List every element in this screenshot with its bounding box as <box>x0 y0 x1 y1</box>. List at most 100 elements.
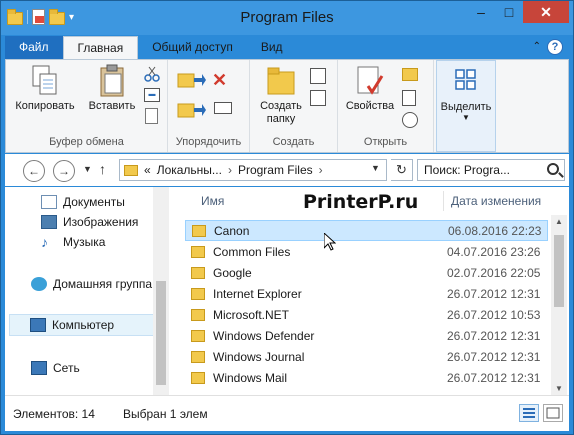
address-bar[interactable]: « Локальны... › Program Files › <box>119 159 387 181</box>
sidebar-item-computer[interactable]: Компьютер <box>9 314 153 336</box>
minimize-button[interactable]: – <box>467 1 495 23</box>
sidebar-item-pictures[interactable]: Изображения <box>41 211 138 233</box>
easy-access-icon[interactable] <box>310 90 326 106</box>
table-row[interactable]: Microsoft.NET 26.07.2012 10:53 <box>185 304 548 325</box>
back-button[interactable]: ← <box>23 160 45 182</box>
collapse-ribbon-icon[interactable]: ⌃ <box>533 41 541 52</box>
new-item-icon[interactable] <box>310 68 326 84</box>
file-date: 26.07.2012 12:31 <box>447 370 541 385</box>
sidebar-item-label: Сеть <box>53 361 80 375</box>
scrollbar-thumb[interactable] <box>156 281 166 385</box>
copy-button[interactable]: Копировать <box>14 64 76 112</box>
sidebar-item-music[interactable]: ♪ Музыка <box>41 231 105 253</box>
file-list-scrollbar[interactable]: ▲ ▼ <box>551 215 567 395</box>
tab-view[interactable]: Вид <box>247 36 297 60</box>
sidebar-item-homegroup[interactable]: Домашняя группа <box>31 273 152 295</box>
new-folder-button[interactable]: Создать папку <box>256 64 306 126</box>
refresh-button[interactable]: ↻ <box>391 159 413 181</box>
edit-icon[interactable] <box>402 90 416 106</box>
file-date: 26.07.2012 12:31 <box>447 328 541 343</box>
delete-icon[interactable]: ✕ <box>212 70 227 91</box>
recent-locations-icon[interactable]: ▼ <box>83 164 92 174</box>
copy-label: Копировать <box>15 100 75 112</box>
table-row[interactable]: Windows Journal 26.07.2012 12:31 <box>185 346 548 367</box>
maximize-button[interactable]: □ <box>495 1 523 23</box>
address-history-icon[interactable]: ▼ <box>371 163 380 173</box>
file-date: 04.07.2016 23:26 <box>447 244 541 259</box>
properties-button[interactable]: Свойства <box>344 64 396 112</box>
file-date: 26.07.2012 10:53 <box>447 307 541 322</box>
breadcrumb-item[interactable]: Локальны... <box>157 163 222 177</box>
paste-button[interactable]: Вставить <box>84 64 140 112</box>
folder-icon <box>124 164 138 176</box>
copy-to-icon[interactable] <box>176 98 206 122</box>
folder-icon <box>191 371 205 384</box>
item-count: Элементов: 14 <box>13 407 95 421</box>
table-row[interactable]: Windows Defender 26.07.2012 12:31 <box>185 325 548 346</box>
move-to-icon[interactable] <box>176 68 206 92</box>
rename-icon[interactable] <box>214 102 232 114</box>
select-group: Выделить ▼ <box>436 60 496 152</box>
breadcrumb-separator-icon[interactable]: › <box>319 163 323 177</box>
table-row[interactable]: Internet Explorer 26.07.2012 12:31 <box>185 283 548 304</box>
select-button[interactable]: Выделить ▼ <box>439 65 493 122</box>
file-name: Windows Defender <box>213 328 315 343</box>
file-name: Windows Mail <box>213 370 288 385</box>
ribbon: Копировать Вставить ▬ Буфер обмена ✕ Упо… <box>5 59 569 153</box>
table-row[interactable]: Windows Mail 26.07.2012 12:31 <box>185 367 548 388</box>
properties-icon <box>354 64 386 98</box>
homegroup-icon <box>31 277 47 291</box>
column-header-date[interactable]: Дата изменения <box>451 187 541 215</box>
cut-icon[interactable] <box>144 66 160 82</box>
file-date: 06.08.2016 22:23 <box>448 223 542 238</box>
sidebar-item-documents[interactable]: Документы <box>41 191 125 213</box>
new-folder-label: Создать папку <box>260 100 302 125</box>
forward-button[interactable]: → <box>53 160 75 182</box>
table-row[interactable]: Canon 06.08.2016 22:23 <box>185 220 548 241</box>
file-name: Windows Journal <box>213 349 305 364</box>
column-header-name[interactable]: Имя <box>201 187 224 215</box>
network-icon <box>31 361 47 375</box>
file-list: Имя Дата изменения Canon 06.08.2016 22:2… <box>171 187 569 395</box>
open-icon[interactable] <box>402 68 418 81</box>
tab-file[interactable]: Файл <box>5 36 63 60</box>
scrollbar-thumb[interactable] <box>554 235 564 307</box>
create-group: Создать папку Создать <box>250 60 338 152</box>
ribbon-tabs: Файл Главная Общий доступ Вид <box>5 36 297 60</box>
search-input[interactable]: Поиск: Progra... <box>417 159 565 181</box>
tab-share[interactable]: Общий доступ <box>138 36 247 60</box>
file-name: Internet Explorer <box>213 286 302 301</box>
tab-home[interactable]: Главная <box>62 36 139 60</box>
navigation-scrollbar[interactable] <box>153 187 169 395</box>
copy-path-icon[interactable]: ▬ <box>144 88 160 102</box>
documents-icon <box>41 195 57 209</box>
copy-icon <box>29 64 61 98</box>
up-button[interactable]: ↑ <box>99 161 106 177</box>
history-icon[interactable] <box>402 112 418 128</box>
details-view-button[interactable] <box>519 404 539 422</box>
sidebar-item-label: Музыка <box>63 235 106 249</box>
paste-label: Вставить <box>88 100 136 112</box>
folder-icon <box>191 245 205 258</box>
scroll-down-icon[interactable]: ▼ <box>555 384 563 393</box>
select-label: Выделить <box>440 101 492 113</box>
help-button[interactable]: ? <box>547 39 563 55</box>
paste-shortcut-icon[interactable] <box>145 108 158 124</box>
table-row[interactable]: Google 02.07.2016 22:05 <box>185 262 548 283</box>
organize-group-label: Упорядочить <box>175 136 242 148</box>
column-divider[interactable] <box>443 191 444 211</box>
large-icons-view-button[interactable] <box>543 404 563 422</box>
breadcrumb-separator-icon[interactable]: › <box>228 163 232 177</box>
clipboard-group-label: Буфер обмена <box>49 136 124 148</box>
table-row[interactable]: Common Files 04.07.2016 23:26 <box>185 241 548 262</box>
sidebar-item-network[interactable]: Сеть <box>31 357 80 379</box>
selection-count: Выбран 1 элем <box>123 407 208 421</box>
close-button[interactable]: ✕ <box>523 1 569 23</box>
breadcrumb-item[interactable]: Program Files <box>238 163 313 177</box>
sidebar-item-label: Изображения <box>63 215 139 229</box>
folder-icon <box>191 350 205 363</box>
scroll-up-icon[interactable]: ▲ <box>555 217 563 226</box>
new-folder-icon <box>265 64 297 98</box>
folder-icon <box>191 266 205 279</box>
breadcrumb-overflow[interactable]: « <box>144 163 151 177</box>
